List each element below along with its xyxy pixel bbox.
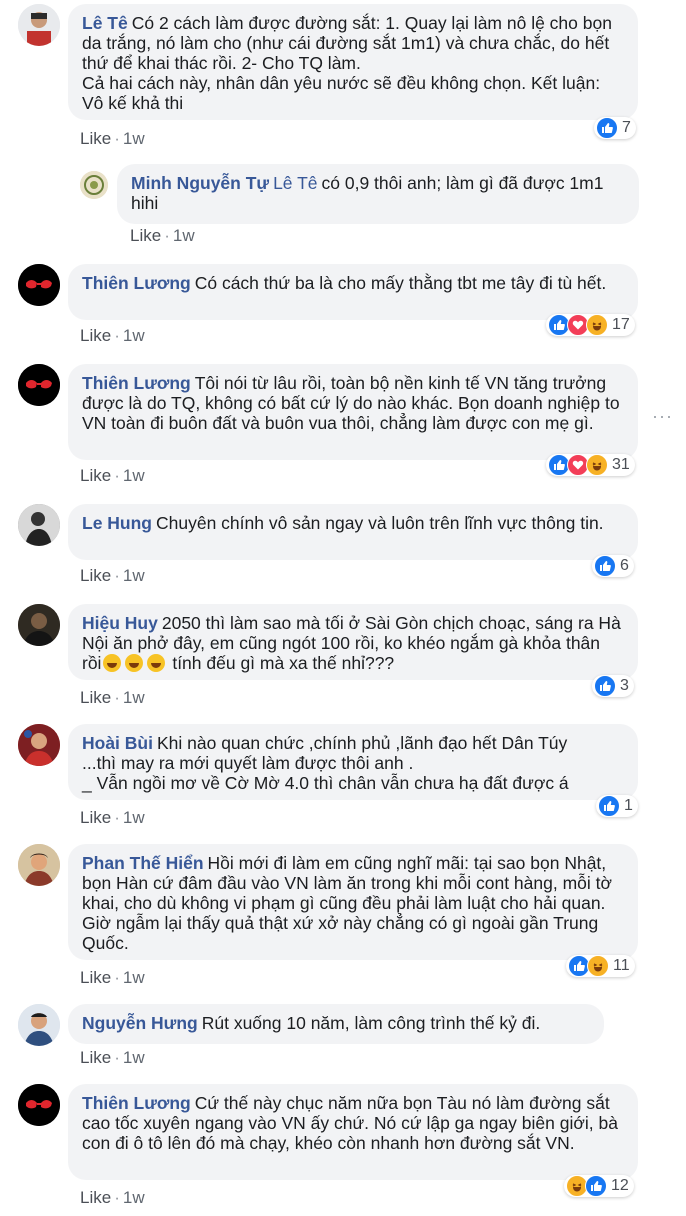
comment-author[interactable]: Phan Thế Hiển xyxy=(82,853,204,873)
comment-bubble: Thiên Lương Có cách thứ ba là cho mấy thằ… xyxy=(68,264,638,320)
like-link[interactable]: Like xyxy=(80,1048,111,1067)
comment-text: Có 2 cách làm được đường sắt: 1. Quay lạ… xyxy=(82,13,612,73)
avatar[interactable] xyxy=(18,724,60,766)
haha-reaction-icon xyxy=(586,454,608,476)
reaction-count: 6 xyxy=(620,557,629,574)
comment-author[interactable]: Hoài Bùi xyxy=(82,733,153,753)
grinning-emoji-icon xyxy=(147,654,166,672)
like-link[interactable]: Like xyxy=(80,466,111,485)
grinning-emoji-icon xyxy=(125,654,144,672)
comment-author[interactable]: Nguyễn Hưng xyxy=(82,1013,198,1033)
mention-link[interactable]: Lê Tê xyxy=(273,173,317,193)
comment-text-line2: ...thì may ra mới quyết làm được thôi an… xyxy=(82,753,414,773)
avatar[interactable] xyxy=(18,1004,60,1046)
comment-author[interactable]: Hiệu Huy xyxy=(82,613,158,633)
like-link[interactable]: Like xyxy=(80,566,111,585)
comment-meta: Like · 1w xyxy=(80,566,145,585)
haha-reaction-icon xyxy=(586,314,608,336)
like-link[interactable]: Like xyxy=(80,688,111,707)
timestamp[interactable]: 1w xyxy=(123,129,145,148)
comment-author[interactable]: Thiên Lương xyxy=(82,1093,191,1113)
reaction-count: 3 xyxy=(620,677,629,694)
haha-reaction-icon xyxy=(587,955,609,977)
avatar[interactable] xyxy=(18,264,60,306)
comment-bubble: Le Hung Chuyên chính vô sản ngay và luôn … xyxy=(68,504,638,560)
like-reaction-icon xyxy=(596,117,618,139)
reaction-count: 11 xyxy=(613,957,630,974)
reaction-count: 1 xyxy=(624,797,633,814)
comment-text: Khi nào quan chức ,chính phủ ,lãnh đạo h… xyxy=(156,733,568,753)
reaction-summary[interactable]: 3 xyxy=(592,675,634,697)
timestamp[interactable]: 1w xyxy=(123,1188,145,1207)
like-link[interactable]: Like xyxy=(130,226,161,245)
comment-meta: Like · 1w xyxy=(80,129,145,148)
avatar[interactable] xyxy=(18,604,60,646)
comment-meta: Like · 1w xyxy=(130,226,195,245)
timestamp[interactable]: 1w xyxy=(173,226,195,245)
timestamp[interactable]: 1w xyxy=(123,1048,145,1067)
comment-meta: Like · 1w xyxy=(80,1188,145,1207)
like-link[interactable]: Like xyxy=(80,1188,111,1207)
reaction-count: 31 xyxy=(612,456,630,473)
like-reaction-icon xyxy=(594,675,616,697)
like-reaction-icon xyxy=(598,795,620,817)
comment-text-line3: _ Vẫn ngồi mơ về Cờ Mờ 4.0 thì chân vẫn … xyxy=(82,773,569,793)
comment-bubble: Hoài Bùi Khi nào quan chức ,chính phủ ,lã… xyxy=(68,724,638,800)
like-reaction-icon xyxy=(594,555,616,577)
comment-author[interactable]: Thiên Lương xyxy=(82,273,191,293)
timestamp[interactable]: 1w xyxy=(123,566,145,585)
avatar[interactable] xyxy=(18,844,60,886)
timestamp[interactable]: 1w xyxy=(123,688,145,707)
like-link[interactable]: Like xyxy=(80,808,111,827)
comment-meta: Like · 1w xyxy=(80,1048,145,1067)
comment-text: Chuyên chính vô sản ngay và luôn trên lĩ… xyxy=(156,513,604,533)
reaction-summary[interactable]: 11 xyxy=(566,955,635,977)
like-link[interactable]: Like xyxy=(80,968,111,987)
comment-text: Rút xuống 10 năm, làm công trình thế kỷ … xyxy=(201,1013,541,1033)
comment-bubble: Phan Thế Hiển Hồi mới đi làm em cũng nghĩ… xyxy=(68,844,638,960)
reaction-count: 7 xyxy=(622,119,631,136)
comment-author[interactable]: Le Hung xyxy=(82,513,152,533)
comment-bubble: Nguyễn Hưng Rút xuống 10 năm, làm công tr… xyxy=(68,1004,604,1044)
comment-bubble: Hiệu Huy 2050 thì làm sao mà tối ở Sài Gò… xyxy=(68,604,638,680)
reaction-count: 17 xyxy=(612,316,630,333)
comment-meta: Like · 1w xyxy=(80,808,145,827)
grinning-emoji-icon xyxy=(103,654,122,672)
reaction-summary[interactable]: 31 xyxy=(546,454,635,476)
avatar[interactable] xyxy=(18,504,60,546)
reaction-summary[interactable]: 17 xyxy=(546,314,635,336)
comment-bubble: Minh Nguyễn Tự Lê Tê có 0,9 thôi anh; làm … xyxy=(117,164,639,224)
avatar[interactable] xyxy=(18,1084,60,1126)
reaction-summary[interactable]: 1 xyxy=(596,795,638,817)
comment-meta: Like · 1w xyxy=(80,968,145,987)
more-options-icon[interactable]: ··· xyxy=(652,406,673,427)
comment-author[interactable]: Lê Tê xyxy=(82,13,128,33)
like-link[interactable]: Like xyxy=(80,129,111,148)
reaction-count: 12 xyxy=(611,1177,629,1194)
reaction-summary[interactable]: 7 xyxy=(594,117,636,139)
comment-text-line2: Cả hai cách này, nhân dân yêu nước sẽ đề… xyxy=(82,73,601,113)
timestamp[interactable]: 1w xyxy=(123,808,145,827)
avatar[interactable] xyxy=(80,171,108,199)
avatar[interactable] xyxy=(18,4,60,46)
avatar[interactable] xyxy=(18,364,60,406)
comment-text-tail: tính đếu gì mà xa thế nhỉ??? xyxy=(172,653,395,673)
comment-meta: Like · 1w xyxy=(80,326,145,345)
comment-text: Có cách thứ ba là cho mấy thằng tbt me t… xyxy=(194,273,607,293)
comment-author[interactable]: Thiên Lương xyxy=(82,373,191,393)
like-reaction-icon xyxy=(585,1175,607,1197)
comment-meta: Like · 1w xyxy=(80,466,145,485)
timestamp[interactable]: 1w xyxy=(123,326,145,345)
comment-author[interactable]: Minh Nguyễn Tự xyxy=(131,173,269,193)
comment-meta: Like · 1w xyxy=(80,688,145,707)
like-link[interactable]: Like xyxy=(80,326,111,345)
comment-bubble: Thiên Lương Tôi nói từ lâu rồi, toàn bộ n… xyxy=(68,364,638,460)
reaction-summary[interactable]: 6 xyxy=(592,555,634,577)
timestamp[interactable]: 1w xyxy=(123,968,145,987)
comment-bubble: Thiên Lương Cứ thế này chục năm nữa bọn T… xyxy=(68,1084,638,1180)
comment-bubble: Lê Tê Có 2 cách làm được đường sắt: 1. Qu… xyxy=(68,4,638,120)
reaction-summary[interactable]: 12 xyxy=(564,1175,634,1197)
timestamp[interactable]: 1w xyxy=(123,466,145,485)
